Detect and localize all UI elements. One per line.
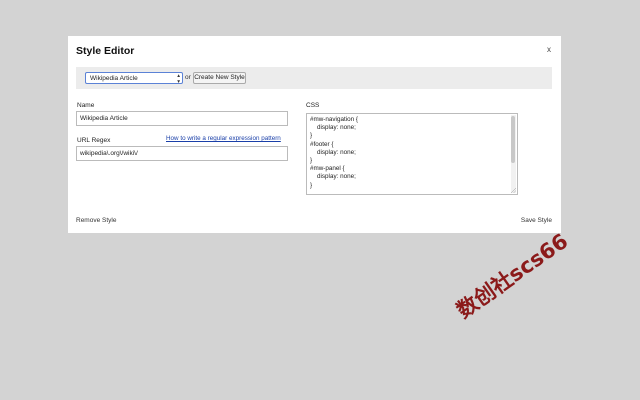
create-new-style-button[interactable]: Create New Style [193, 72, 246, 84]
save-style-button[interactable]: Save Style [521, 217, 552, 224]
style-select-value: Wikipedia Article [90, 75, 138, 82]
resize-handle-icon[interactable] [511, 188, 516, 193]
css-label: CSS [306, 102, 320, 109]
css-textarea[interactable]: #mw-navigation { display: none; } #foote… [306, 113, 518, 195]
name-input[interactable] [76, 111, 288, 126]
css-scrollbar[interactable] [511, 115, 516, 193]
url-regex-label: URL Regex [77, 137, 111, 144]
regex-help-link[interactable]: How to write a regular expression patter… [166, 135, 281, 142]
dialog-title: Style Editor [76, 45, 135, 57]
style-select[interactable]: Wikipedia Article ▴ ▾ [85, 72, 183, 85]
url-regex-input[interactable] [76, 146, 288, 161]
watermark: 数创社scs66 [452, 228, 573, 323]
remove-style-button[interactable]: Remove Style [76, 217, 116, 224]
close-icon[interactable]: x [547, 45, 551, 54]
style-editor-dialog: Style Editor x Wikipedia Article ▴ ▾ or C… [68, 36, 561, 233]
css-code: #mw-navigation { display: none; } #foote… [310, 116, 358, 189]
name-label: Name [77, 102, 95, 109]
css-scroll-thumb[interactable] [511, 116, 515, 163]
or-label: or [185, 74, 191, 81]
select-arrows-icon: ▴ ▾ [177, 73, 180, 85]
style-toolbar: Wikipedia Article ▴ ▾ or Create New Style [76, 67, 552, 89]
